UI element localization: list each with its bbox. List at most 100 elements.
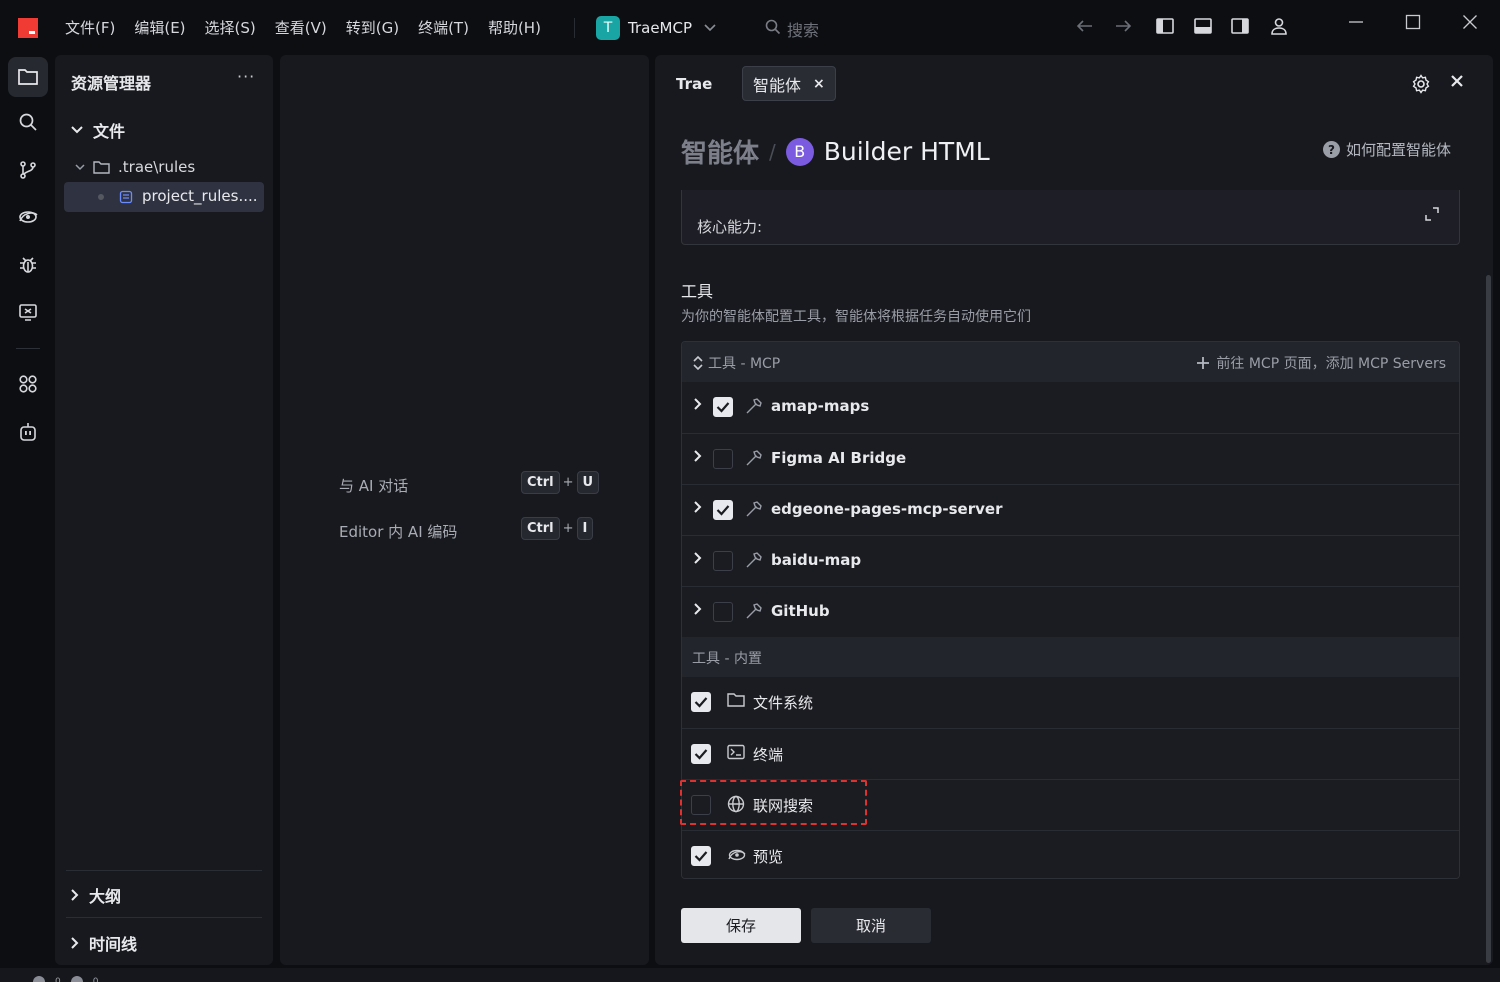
- panel-scrollbar[interactable]: [1486, 275, 1491, 963]
- forward-arrow-icon[interactable]: [1113, 16, 1133, 40]
- search-panel-icon[interactable]: [8, 102, 48, 142]
- tool-checkbox[interactable]: [713, 551, 733, 571]
- mcp-tool-row[interactable]: Figma AI Bridge: [682, 433, 1459, 484]
- menu-help[interactable]: 帮助(H): [488, 17, 541, 38]
- save-button[interactable]: 保存: [681, 908, 801, 943]
- search-icon: [765, 19, 781, 39]
- status-bar: 0 0: [0, 968, 1500, 982]
- chevron-right-icon[interactable]: [694, 450, 702, 466]
- tools-title: 工具: [681, 282, 714, 301]
- expand-icon[interactable]: [1424, 206, 1440, 226]
- account-icon[interactable]: [1269, 16, 1289, 40]
- tool-name: 预览: [753, 848, 784, 866]
- window-close-icon[interactable]: [1462, 14, 1478, 35]
- folder-icon: [93, 161, 110, 174]
- mcp-tool-row[interactable]: amap-maps: [682, 382, 1459, 433]
- menu-edit[interactable]: 编辑(E): [134, 17, 185, 38]
- status-indicators[interactable]: 0 0: [33, 976, 98, 982]
- tab-trae[interactable]: Trae: [676, 75, 712, 93]
- outline-section-label: 大纲: [89, 887, 122, 906]
- help-link[interactable]: ? 如何配置智能体: [1323, 139, 1451, 160]
- close-icon[interactable]: ×: [813, 76, 825, 92]
- mcp-tool-row[interactable]: GitHub: [682, 586, 1459, 637]
- builtin-section-label: 工具 - 内置: [692, 651, 762, 667]
- ai-robot-icon[interactable]: [8, 412, 48, 452]
- title-bar: 文件(F) 编辑(E) 选择(S) 查看(V) 转到(G) 终端(T) 帮助(H…: [0, 0, 1500, 55]
- add-mcp-link[interactable]: 前往 MCP 页面，添加 MCP Servers: [1196, 353, 1446, 373]
- outline-section-header[interactable]: 大纲: [71, 883, 121, 907]
- maximize-icon[interactable]: [1405, 14, 1421, 35]
- builtin-tool-row[interactable]: 联网搜索: [682, 779, 1459, 830]
- folder-label: .trae\rules: [118, 158, 196, 176]
- tool-checkbox[interactable]: [713, 397, 733, 417]
- menu-file[interactable]: 文件(F): [65, 17, 115, 38]
- agent-config-panel: Trae 智能体 × 智能体 / B Builder HTML ? 如何配置智能…: [655, 55, 1493, 965]
- mcp-section-label: 工具 - MCP: [708, 356, 781, 372]
- search-placeholder: 搜索: [787, 21, 820, 40]
- toggle-right-sidebar-icon[interactable]: [1230, 16, 1250, 40]
- chevron-down-icon: [71, 126, 83, 134]
- chevron-right-icon[interactable]: [694, 603, 702, 619]
- more-actions-icon[interactable]: ···: [237, 67, 255, 86]
- section-divider: [66, 870, 262, 871]
- minimize-icon[interactable]: [1348, 14, 1364, 35]
- explorer-icon[interactable]: [8, 57, 48, 97]
- error-count: 0: [55, 977, 61, 982]
- remote-monitor-icon[interactable]: [8, 292, 48, 332]
- back-arrow-icon[interactable]: [1075, 16, 1095, 40]
- chevron-right-icon[interactable]: [694, 398, 702, 414]
- tree-folder-rules[interactable]: .trae\rules: [75, 158, 195, 176]
- tool-checkbox[interactable]: [713, 602, 733, 622]
- tool-checkbox[interactable]: [691, 744, 711, 764]
- tab-agent[interactable]: 智能体 ×: [742, 66, 836, 101]
- hammer-icon: [745, 449, 763, 471]
- timeline-section-header[interactable]: 时间线: [71, 931, 137, 955]
- title-divider: [574, 18, 575, 38]
- menu-view[interactable]: 查看(V): [275, 17, 327, 38]
- chevron-right-icon[interactable]: [694, 501, 702, 517]
- builtin-tool-row[interactable]: 终端: [682, 728, 1459, 779]
- tool-checkbox[interactable]: [691, 692, 711, 712]
- toggle-left-sidebar-icon[interactable]: [1155, 16, 1175, 40]
- preview-eye-icon: [727, 846, 747, 868]
- chevron-right-icon: [71, 937, 79, 949]
- tool-checkbox[interactable]: [691, 846, 711, 866]
- tool-checkbox[interactable]: [713, 500, 733, 520]
- terminal-icon: [727, 744, 745, 764]
- files-section-header[interactable]: 文件: [71, 118, 125, 142]
- menu-terminal[interactable]: 终端(T): [418, 17, 469, 38]
- project-switcher[interactable]: T TraeMCP: [596, 16, 716, 40]
- breadcrumb-root[interactable]: 智能体: [681, 133, 759, 170]
- mcp-section-label-group[interactable]: 工具 - MCP: [692, 353, 780, 373]
- plus-icon: [1197, 357, 1210, 369]
- menu-select[interactable]: 选择(S): [205, 17, 256, 38]
- chevron-right-icon[interactable]: [694, 552, 702, 568]
- help-question-icon: ?: [1323, 141, 1340, 158]
- file-icon: [119, 190, 133, 204]
- toggle-bottom-panel-icon[interactable]: [1193, 16, 1213, 40]
- source-control-icon[interactable]: [8, 150, 48, 190]
- editor-empty-state: 与 AI 对话 Ctrl + U Editor 内 AI 编码 Ctrl + I: [280, 55, 649, 965]
- gear-icon[interactable]: [1411, 74, 1431, 98]
- shortcut-inline-ai: Ctrl + I: [521, 517, 594, 540]
- cancel-button[interactable]: 取消: [811, 908, 931, 943]
- extensions-grid-icon[interactable]: [8, 364, 48, 404]
- preview-eye-icon[interactable]: [8, 197, 48, 237]
- mcp-tool-row[interactable]: baidu-map: [682, 535, 1459, 586]
- close-panel-icon[interactable]: [1450, 73, 1464, 93]
- tree-file-project-rules[interactable]: project_rules....: [64, 182, 264, 212]
- key-plus: +: [562, 475, 574, 490]
- search-box[interactable]: 搜索: [765, 17, 819, 41]
- debug-bug-icon[interactable]: [8, 245, 48, 285]
- builtin-tool-row[interactable]: 预览: [682, 830, 1459, 878]
- core-capability-field[interactable]: 核心能力:: [681, 190, 1460, 245]
- folder-icon: [727, 692, 745, 712]
- builtin-tool-row[interactable]: 文件系统: [682, 677, 1459, 728]
- menu-goto[interactable]: 转到(G): [346, 17, 399, 38]
- warning-icon: [70, 976, 83, 982]
- tool-checkbox[interactable]: [713, 449, 733, 469]
- tool-name: amap-maps: [771, 397, 870, 415]
- mcp-tool-row[interactable]: edgeone-pages-mcp-server: [682, 484, 1459, 535]
- tool-name: baidu-map: [771, 551, 862, 569]
- tool-checkbox[interactable]: [691, 795, 711, 815]
